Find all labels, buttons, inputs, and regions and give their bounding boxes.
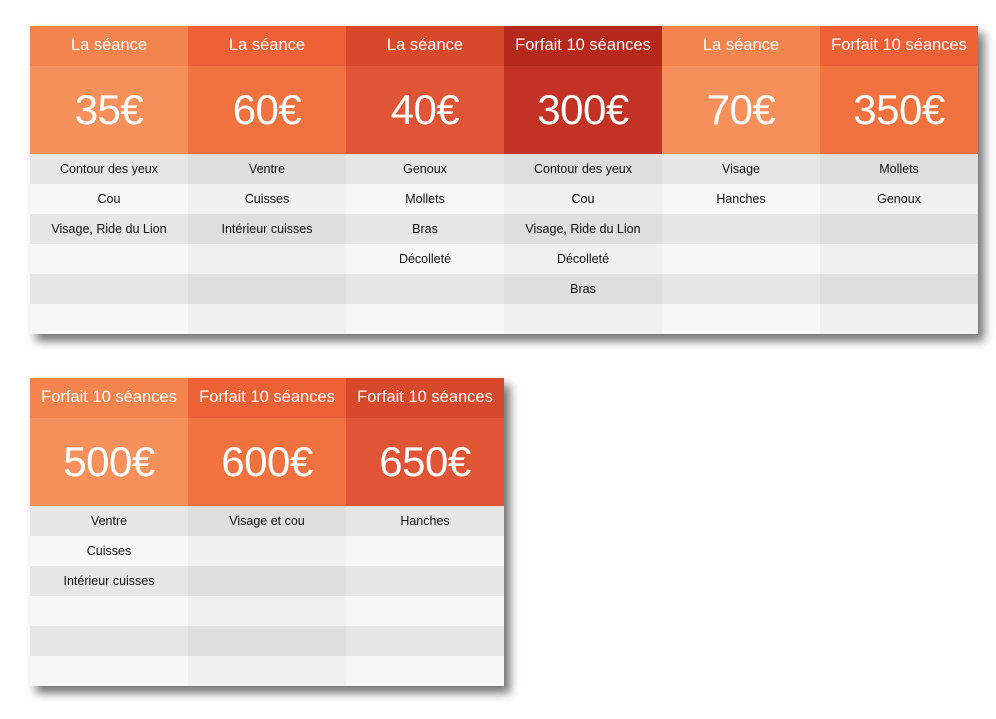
column-header: Forfait 10 séances — [30, 378, 188, 418]
zone-row — [188, 304, 346, 334]
zone-row: Visage, Ride du Lion — [504, 214, 662, 244]
pricing-column: Forfait 10 séances 350€ Mollets Genoux — [820, 26, 978, 334]
price-amount: 70€ — [662, 66, 820, 154]
pricing-column: La séance 40€ Genoux Mollets Bras Décoll… — [346, 26, 504, 334]
column-header: La séance — [30, 26, 188, 66]
zone-row: Visage, Ride du Lion — [30, 214, 188, 244]
pricing-column: La séance 70€ Visage Hanches — [662, 26, 820, 334]
price-amount: 300€ — [504, 66, 662, 154]
zone-row: Genoux — [820, 184, 978, 214]
zone-row — [662, 274, 820, 304]
pricing-column: Forfait 10 séances 650€ Hanches — [346, 378, 504, 686]
pricing-table-seances: La séance 35€ Contour des yeux Cou Visag… — [30, 26, 978, 334]
column-header: La séance — [662, 26, 820, 66]
zone-row — [346, 656, 504, 686]
price-amount: 650€ — [346, 418, 504, 506]
zone-row — [188, 596, 346, 626]
pricing-column: La séance 60€ Ventre Cuisses Intérieur c… — [188, 26, 346, 334]
zone-row: Décolleté — [346, 244, 504, 274]
zone-row: Hanches — [662, 184, 820, 214]
zone-row — [30, 626, 188, 656]
zone-row — [346, 274, 504, 304]
pricing-column: Forfait 10 séances 300€ Contour des yeux… — [504, 26, 662, 334]
zone-row: Ventre — [30, 506, 188, 536]
column-header: Forfait 10 séances — [188, 378, 346, 418]
price-amount: 60€ — [188, 66, 346, 154]
zone-row — [30, 596, 188, 626]
zone-row — [188, 274, 346, 304]
zone-row — [346, 536, 504, 566]
zone-row: Ventre — [188, 154, 346, 184]
zone-row: Mollets — [346, 184, 504, 214]
zone-row — [30, 244, 188, 274]
zone-row — [820, 274, 978, 304]
column-header: La séance — [188, 26, 346, 66]
zone-row: Bras — [504, 274, 662, 304]
column-header: La séance — [346, 26, 504, 66]
pricing-column: La séance 35€ Contour des yeux Cou Visag… — [30, 26, 188, 334]
zone-row — [30, 274, 188, 304]
zone-row: Intérieur cuisses — [188, 214, 346, 244]
zone-row — [662, 304, 820, 334]
zone-row: Visage et cou — [188, 506, 346, 536]
zone-row: Mollets — [820, 154, 978, 184]
zone-row — [662, 214, 820, 244]
zone-row — [820, 214, 978, 244]
zone-row — [346, 304, 504, 334]
zone-row: Cou — [30, 184, 188, 214]
zone-row: Cou — [504, 184, 662, 214]
zone-row — [346, 626, 504, 656]
price-amount: 600€ — [188, 418, 346, 506]
zone-row — [820, 244, 978, 274]
column-header: Forfait 10 séances — [820, 26, 978, 66]
price-amount: 350€ — [820, 66, 978, 154]
zone-row — [346, 566, 504, 596]
zone-row — [188, 536, 346, 566]
zone-row — [188, 626, 346, 656]
price-amount: 35€ — [30, 66, 188, 154]
zone-row — [30, 656, 188, 686]
zone-row: Cuisses — [188, 184, 346, 214]
price-amount: 40€ — [346, 66, 504, 154]
zone-row: Intérieur cuisses — [30, 566, 188, 596]
zone-row: Bras — [346, 214, 504, 244]
zone-row: Cuisses — [30, 536, 188, 566]
zone-row — [504, 304, 662, 334]
pricing-column: Forfait 10 séances 600€ Visage et cou — [188, 378, 346, 686]
column-header: Forfait 10 séances — [504, 26, 662, 66]
price-amount: 500€ — [30, 418, 188, 506]
zone-row: Hanches — [346, 506, 504, 536]
zone-row — [188, 244, 346, 274]
pricing-table-forfaits: Forfait 10 séances 500€ Ventre Cuisses I… — [30, 378, 504, 686]
zone-row — [662, 244, 820, 274]
zone-row: Genoux — [346, 154, 504, 184]
zone-row — [188, 656, 346, 686]
zone-row: Visage — [662, 154, 820, 184]
column-header: Forfait 10 séances — [346, 378, 504, 418]
pricing-column: Forfait 10 séances 500€ Ventre Cuisses I… — [30, 378, 188, 686]
zone-row — [820, 304, 978, 334]
zone-row — [30, 304, 188, 334]
zone-row: Contour des yeux — [30, 154, 188, 184]
zone-row: Décolleté — [504, 244, 662, 274]
zone-row: Contour des yeux — [504, 154, 662, 184]
zone-row — [346, 596, 504, 626]
zone-row — [188, 566, 346, 596]
